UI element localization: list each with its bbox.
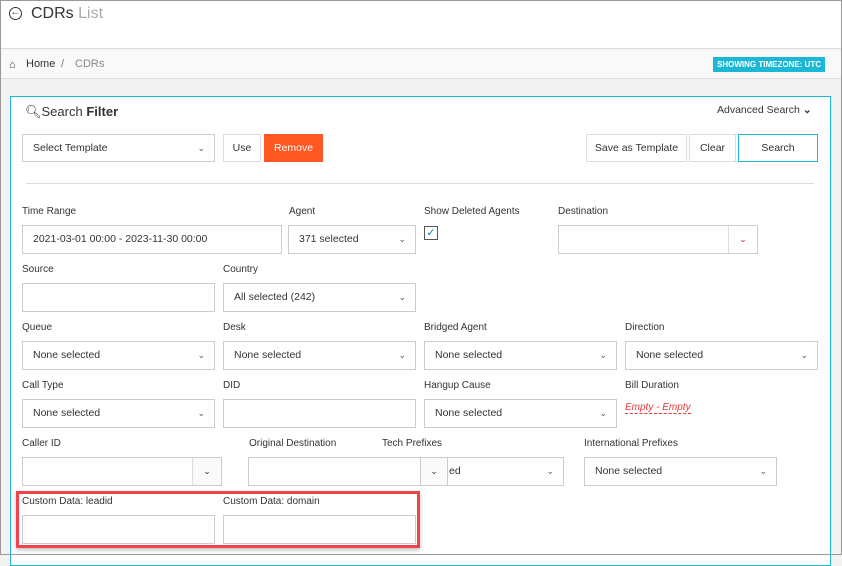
original-destination-label: Original Destination <box>249 438 337 449</box>
search-filter-title: 🔍︎Search Filter <box>25 104 118 120</box>
destination-label: Destination <box>558 206 609 217</box>
chevron-down-icon: ⌄ <box>398 350 406 360</box>
caller-id-label: Caller ID <box>22 438 61 449</box>
caller-id-input[interactable]: ⌄ <box>22 457 222 486</box>
desk-value: None selected <box>234 349 302 361</box>
advanced-search-toggle[interactable]: Advanced Search ⌄ <box>717 104 812 116</box>
timezone-badge: SHOWING TIMEZONE: UTC <box>713 57 825 72</box>
chevron-down-icon: ⌄ <box>800 350 808 360</box>
bill-duration-editable[interactable]: Empty - Empty <box>625 402 691 414</box>
direction-value: None selected <box>636 349 704 361</box>
tech-prefixes-select[interactable]: ed ⌄ <box>440 457 564 486</box>
remove-button[interactable]: Remove <box>264 134 323 162</box>
queue-value: None selected <box>33 349 101 361</box>
time-range-label: Time Range <box>22 206 77 217</box>
direction-label: Direction <box>625 322 665 333</box>
chevron-down-icon: ⌄ <box>759 466 767 476</box>
chevron-down-icon: ⌄ <box>197 143 205 153</box>
international-prefixes-value: None selected <box>595 465 663 477</box>
call-type-label: Call Type <box>22 380 64 391</box>
home-icon[interactable]: ⌂ <box>9 59 16 71</box>
original-destination-input[interactable] <box>248 457 421 486</box>
title-prefix: Search <box>41 104 83 119</box>
template-value: Select Template <box>33 142 108 154</box>
chevron-down-icon: ⌄ <box>398 292 406 302</box>
did-input[interactable] <box>223 399 416 428</box>
custom-leadid-label: Custom Data: leadid <box>22 496 113 507</box>
international-prefixes-select[interactable]: None selected ⌄ <box>584 457 777 486</box>
tech-prefixes-value: ed <box>449 465 461 477</box>
chevron-down-icon: ⌄ <box>197 408 205 418</box>
breadcrumb-current: CDRs <box>75 58 105 70</box>
did-label: DID <box>223 380 241 391</box>
source-input[interactable] <box>22 283 215 312</box>
chevron-down-icon: ⌄ <box>197 350 205 360</box>
chevron-down-icon: ⌄ <box>398 234 406 244</box>
international-prefixes-label: International Prefixes <box>584 438 678 449</box>
breadcrumb-home[interactable]: Home <box>26 58 55 70</box>
search-icon: 🔍︎ <box>25 104 42 119</box>
destination-select[interactable]: ⌄ <box>558 225 758 254</box>
show-deleted-label: Show Deleted Agents <box>424 206 520 217</box>
breadcrumb: ⌂ Home / CDRs SHOWING TIMEZONE: UTC <box>0 50 842 79</box>
agent-label: Agent <box>289 206 316 217</box>
breadcrumb-separator: / <box>61 58 65 70</box>
chevron-down-icon: ⌄ <box>802 104 812 116</box>
advanced-label: Advanced Search <box>717 104 800 116</box>
bill-duration-label: Bill Duration <box>625 380 679 391</box>
call-type-value: None selected <box>33 407 101 419</box>
queue-label: Queue <box>22 322 53 333</box>
country-label: Country <box>223 264 259 275</box>
direction-select[interactable]: None selected ⌄ <box>625 341 818 370</box>
agent-select[interactable]: 371 selected ⌄ <box>288 225 416 254</box>
call-type-select[interactable]: None selected ⌄ <box>22 399 215 428</box>
chevron-down-icon: ⌄ <box>546 466 554 476</box>
agent-value: 371 selected <box>299 233 359 245</box>
bridged-agent-label: Bridged Agent <box>424 322 487 333</box>
time-range-input[interactable]: 2021-03-01 00:00 - 2023-11-30 00:00 <box>22 225 282 254</box>
chevron-down-icon[interactable]: ⌄ <box>420 457 448 486</box>
chevron-down-icon: ⌄ <box>599 408 607 418</box>
chevron-down-icon: ⌄ <box>599 350 607 360</box>
queue-select[interactable]: None selected ⌄ <box>22 341 215 370</box>
title-bold: Filter <box>86 104 119 119</box>
title-suffix: List <box>78 5 104 22</box>
hangup-cause-value: None selected <box>435 407 503 419</box>
bridged-agent-select[interactable]: None selected ⌄ <box>424 341 617 370</box>
save-as-template-button[interactable]: Save as Template <box>586 134 687 162</box>
back-arrow-icon[interactable]: ← <box>9 7 22 20</box>
bridged-agent-value: None selected <box>435 349 503 361</box>
custom-leadid-input[interactable] <box>22 515 215 544</box>
divider <box>26 183 814 184</box>
desk-select[interactable]: None selected ⌄ <box>223 341 416 370</box>
country-value: All selected (242) <box>234 291 316 303</box>
header: ← CDRs List <box>0 0 842 49</box>
template-select[interactable]: Select Template ⌄ <box>22 134 215 162</box>
chevron-down-icon[interactable]: ⌄ <box>728 226 757 253</box>
search-button[interactable]: Search <box>738 134 818 162</box>
page-title: CDRs List <box>31 5 103 23</box>
chevron-down-icon[interactable]: ⌄ <box>192 458 221 485</box>
custom-domain-input[interactable] <box>223 515 416 544</box>
clear-button[interactable]: Clear <box>689 134 736 162</box>
title-main: CDRs <box>31 5 74 22</box>
custom-domain-label: Custom Data: domain <box>223 496 320 507</box>
hangup-cause-label: Hangup Cause <box>424 380 491 391</box>
desk-label: Desk <box>223 322 246 333</box>
show-deleted-checkbox[interactable]: ✓ <box>424 226 438 240</box>
hangup-cause-select[interactable]: None selected ⌄ <box>424 399 617 428</box>
use-button[interactable]: Use <box>223 134 261 162</box>
source-label: Source <box>22 264 54 275</box>
country-select[interactable]: All selected (242) ⌄ <box>223 283 416 312</box>
tech-prefixes-label: Tech Prefixes <box>382 438 443 449</box>
